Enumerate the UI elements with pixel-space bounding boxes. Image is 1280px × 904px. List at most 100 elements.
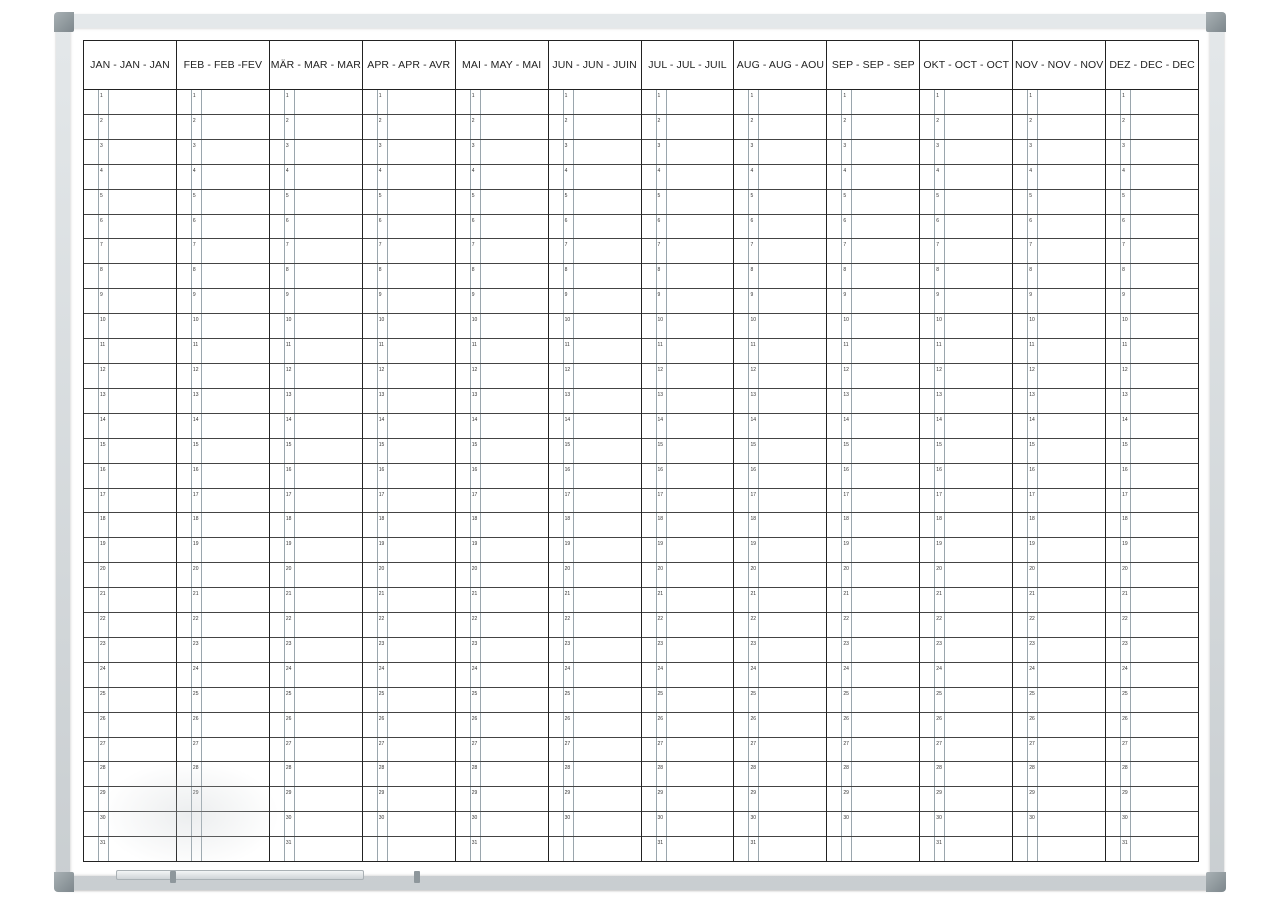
day-cell: 20 [734,563,827,589]
day-cell: 3 [176,140,269,165]
day-number: 7 [564,242,568,249]
day-cell: 15 [548,439,641,464]
day-number: 7 [471,242,475,249]
day-number: 3 [471,142,475,149]
day-cell: 5 [1106,190,1199,215]
day-cell: 12 [362,364,455,389]
day-number: 29 [1122,790,1128,797]
day-cell: 9 [269,289,362,315]
day-cell: 10 [920,314,1013,340]
day-number: 13 [564,391,571,398]
day-number: 22 [657,616,664,623]
day-cell: 14 [362,414,455,439]
day-cell: 18 [455,513,548,539]
day-number: 28 [1122,765,1128,772]
day-number: 4 [657,167,661,174]
day-number: 15 [192,441,199,448]
day-cell: 11 [641,339,734,364]
day-number: 29 [100,790,106,797]
day-cell: 14 [455,414,548,439]
day-number: 13 [750,391,757,398]
day-rows: 1 2 3 4 5 6 7 8 9 10 11 12 13 14 15 16 17 18 19 20 21 22 23 24 2… [734,90,827,861]
day-cell: 21 [920,588,1013,614]
day-number: 8 [1122,267,1125,274]
month-column: APR - APR - AVR 1 2 3 4 5 6 7 8 9 10 11 12 13 14 15 16 17… [362,41,456,861]
day-cell: 22 [641,613,734,638]
day-cell: 5 [920,190,1013,215]
day-cell: 25 [1106,688,1199,713]
day-cell: 5 [641,190,734,215]
day-cell: 28 [827,762,920,788]
day-cell: 25 [176,688,269,713]
day-cell: 28 [84,762,176,788]
day-number: 10 [378,317,385,324]
day-number: 19 [471,541,478,548]
day-number: 21 [192,591,199,598]
day-cell: 6 [920,215,1013,240]
day-number: 20 [471,566,478,573]
day-number: 4 [471,167,475,174]
day-cell: 7 [455,239,548,265]
day-rows: 1 2 3 4 5 6 7 8 9 10 11 12 13 14 15 16 17 18 19 20 21 22 23 24 2… [641,90,734,861]
day-number: 3 [564,142,568,149]
day-number: 4 [192,167,196,174]
day-number: 22 [100,616,106,623]
day-number: 28 [843,765,849,772]
day-cell: 7 [827,239,920,265]
day-rows: 1 2 3 4 5 6 7 8 9 10 11 12 13 14 15 16 17 18 19 20 21 22 23 24 2… [455,90,548,861]
day-cell: 21 [1013,588,1106,614]
day-number: 12 [843,366,849,373]
day-number: 17 [378,491,385,498]
day-cell: 30 [84,812,176,838]
day-cell: 18 [1013,513,1106,539]
day-number: 15 [1029,441,1035,448]
day-cell: 3 [1013,140,1106,165]
day-cell: 11 [269,339,362,364]
day-number: 21 [471,591,478,598]
day-cell: 24 [734,663,827,688]
day-cell: 5 [1013,190,1106,215]
day-cell: 13 [827,389,920,414]
day-number: 28 [192,765,199,772]
day-number: 21 [657,591,664,598]
day-number: 5 [657,192,661,199]
day-cell: 26 [84,713,176,738]
day-cell: 14 [84,414,176,439]
day-number: 21 [100,591,106,598]
day-number: 27 [564,740,571,747]
day-cell: 13 [1106,389,1199,414]
day-number: 26 [843,715,849,722]
day-cell: 18 [269,513,362,539]
day-number: 3 [378,142,382,149]
day-cell [177,837,269,861]
day-cell: 6 [1106,215,1199,240]
day-number: 18 [192,516,199,523]
day-number: 29 [564,790,571,797]
day-cell: 8 [362,264,455,290]
day-number: 22 [564,616,571,623]
day-number: 23 [471,640,478,647]
day-number: 7 [100,242,103,249]
day-cell: 9 [455,289,548,315]
day-number: 13 [192,391,199,398]
day-cell: 25 [548,688,641,713]
day-cell: 28 [176,762,269,788]
day-cell: 22 [269,613,362,638]
day-cell: 4 [1106,165,1199,190]
day-number: 6 [1122,217,1125,224]
day-cell: 26 [362,713,455,738]
day-number: 28 [564,765,571,772]
day-number: 29 [750,790,757,797]
day-cell: 6 [176,215,269,240]
day-cell: 9 [1106,289,1199,315]
day-cell: 2 [84,115,176,140]
day-number: 11 [936,342,942,349]
day-cell: 30 [548,812,641,838]
day-cell: 24 [1013,663,1106,688]
day-cell: 29 [455,787,548,813]
day-cell: 10 [84,314,176,340]
day-number: 9 [657,292,661,299]
day-number: 12 [564,366,571,373]
day-cell: 19 [176,538,269,564]
day-number: 26 [750,715,757,722]
